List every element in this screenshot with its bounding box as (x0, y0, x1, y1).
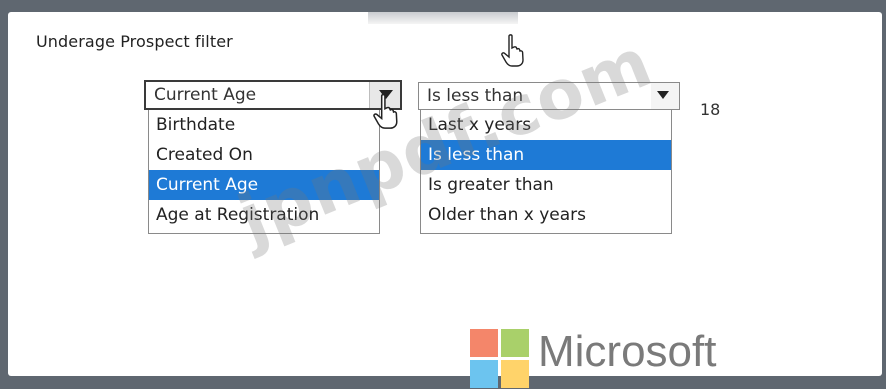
logo-square-green (501, 329, 529, 357)
logo-square-blue (470, 360, 498, 388)
filter-value[interactable]: 18 (700, 100, 720, 119)
hand-pointer-icon (501, 34, 524, 67)
field-dropdown-selected: Current Age (154, 85, 257, 105)
field-option-birthdate[interactable]: Birthdate (149, 110, 379, 140)
operator-option-older-than-x-years[interactable]: Older than x years (421, 200, 671, 230)
microsoft-logo-icon (470, 329, 530, 389)
logo-square-yellow (501, 360, 529, 388)
logo-square-red (470, 329, 498, 357)
panel-title: Underage Prospect filter (36, 32, 233, 51)
microsoft-wordmark: Microsoft (538, 327, 717, 376)
field-dropdown-header[interactable]: Current Age (144, 80, 402, 110)
filter-panel: Underage Prospect filter Current Age Bir… (8, 12, 882, 388)
top-edge-blur (368, 12, 518, 24)
